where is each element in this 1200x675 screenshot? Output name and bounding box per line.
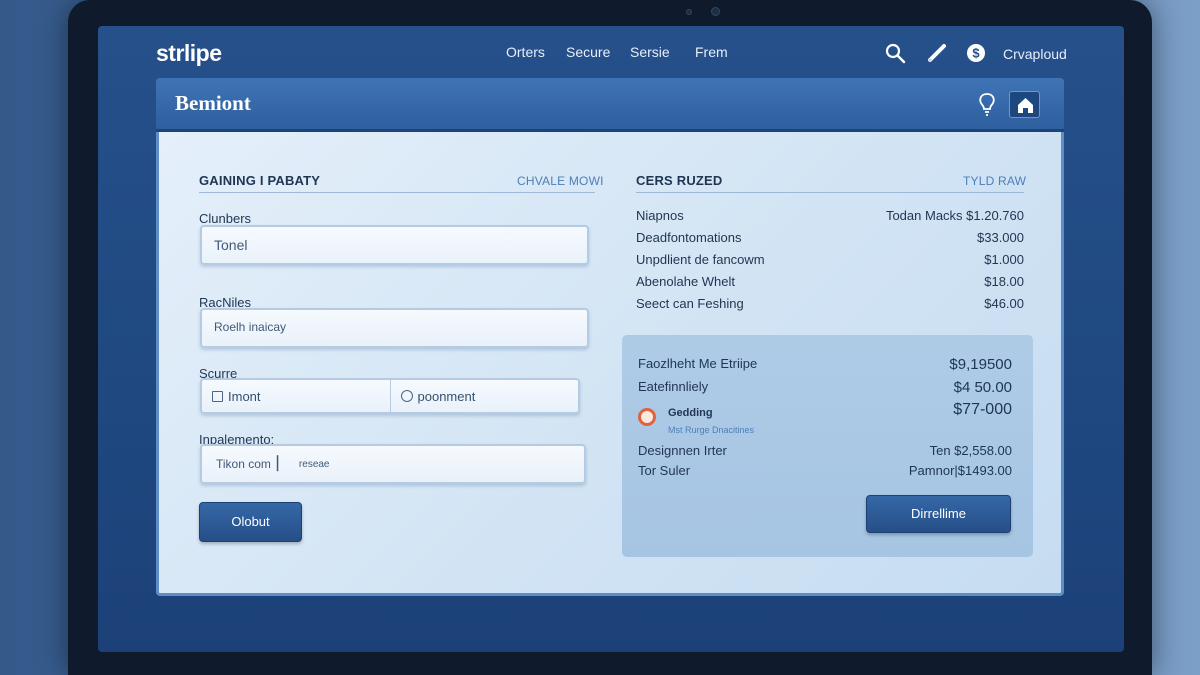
status-icon: [638, 408, 656, 426]
calendar-icon: [212, 390, 223, 402]
row-label: Faozlheht Me Etriipe: [638, 356, 758, 371]
upload-link[interactable]: Crvaploud: [1003, 46, 1067, 62]
row-value: $9,19500: [949, 356, 1012, 373]
list-item: Seect can Feshing $46.00: [636, 296, 1024, 316]
main-card: GAINING I PABATY CHVALE MOWI Clunbers To…: [156, 132, 1064, 596]
status-value: $77-000: [953, 401, 1012, 418]
inpalemento-input[interactable]: Tikon com ⎸ reseae: [200, 444, 586, 484]
summary-list: Niapnos Todan Macks $1.20.760 Deadfontom…: [636, 208, 1024, 318]
row-label: Abenolahe Whelt: [636, 274, 736, 289]
list-item: Abenolahe Whelt $18.00: [636, 274, 1024, 294]
summary-section-link[interactable]: TYLD RAW: [963, 174, 1026, 188]
list-item: Niapnos Todan Macks $1.20.760: [636, 208, 1024, 228]
totals-panel: Faozlheht Me Etriipe $9,19500 Eatefinnli…: [622, 335, 1033, 557]
svg-text:$: $: [972, 46, 980, 61]
olobut-button[interactable]: Olobut: [199, 502, 302, 542]
row-value: $18.00: [984, 274, 1024, 289]
row-label: Designnen Irter: [638, 443, 727, 458]
status-label: Gedding: [668, 407, 713, 419]
inpalemento-suffix: reseae: [298, 458, 330, 470]
divider: [636, 192, 1024, 193]
app-screen: strlipe Orters Secure Sersie Frem $ Crva…: [98, 26, 1124, 652]
header-bar: Bemiont: [156, 78, 1064, 132]
row-value: Pamnor|$1493.00: [908, 463, 1012, 478]
sensor-icon: [686, 9, 692, 15]
home-icon: [1018, 98, 1033, 113]
scurre-right-input[interactable]: poonment: [391, 380, 579, 412]
lightbulb-icon[interactable]: [976, 92, 998, 118]
list-item: Unpdlient de fancowm $1.000: [636, 252, 1024, 272]
clunbers-label: Clunbers: [199, 211, 252, 226]
page-title: Bemiont: [175, 91, 251, 115]
row-value: Todan Macks $1.20.760: [885, 208, 1024, 223]
dirrellime-button[interactable]: Dirrellime: [866, 495, 1011, 533]
home-button[interactable]: [1009, 91, 1040, 118]
brand-logo[interactable]: strlipe: [156, 40, 222, 67]
dollar-icon[interactable]: $: [965, 42, 987, 64]
summary-section-title: CERS RUZED: [636, 173, 723, 188]
row-value: Ten $2,558.00: [929, 443, 1012, 458]
top-nav: strlipe Orters Secure Sersie Frem $ Crva…: [98, 26, 1124, 76]
scurre-left-value: Imont: [228, 388, 261, 404]
racniles-input[interactable]: Roelh inaicay: [200, 308, 589, 348]
row-value: $46.00: [984, 296, 1024, 311]
nav-link-orters[interactable]: Orters: [506, 44, 545, 60]
pen-icon[interactable]: [926, 42, 948, 64]
search-icon[interactable]: [884, 42, 906, 64]
status-sublabel[interactable]: Mst Rurge Dnacitines: [668, 425, 754, 435]
nav-link-secure[interactable]: Secure: [566, 44, 610, 60]
row-value: $4 50.00: [953, 379, 1012, 396]
cursor-icon: ⎸: [276, 455, 293, 472]
form-section-link[interactable]: CHVALE MOWI: [517, 174, 604, 188]
list-item: Deadfontomations $33.000: [636, 230, 1024, 250]
camera-icon: [711, 7, 720, 16]
row-label: Niapnos: [636, 208, 684, 223]
row-label: Eatefinnliely: [638, 379, 709, 394]
divider: [199, 192, 595, 193]
row-label: Unpdlient de fancowm: [636, 252, 765, 267]
nav-link-frem[interactable]: Frem: [695, 44, 728, 60]
nav-link-sersie[interactable]: Sersie: [630, 44, 670, 60]
row-label: Tor Suler: [638, 463, 691, 478]
row-value: $33.000: [977, 230, 1024, 245]
inpalemento-value: Tikon com: [216, 457, 271, 471]
row-label: Seect can Feshing: [636, 296, 744, 311]
scurre-right-value: poonment: [417, 388, 476, 404]
scurre-left-input[interactable]: Imont: [202, 380, 391, 412]
scurre-split-field: Imont poonment: [200, 378, 580, 414]
clunbers-input[interactable]: Tonel: [200, 225, 589, 265]
row-value: $1.000: [984, 252, 1024, 267]
form-section-title: GAINING I PABATY: [199, 173, 321, 188]
row-label: Deadfontomations: [636, 230, 742, 245]
globe-icon: [400, 390, 413, 402]
